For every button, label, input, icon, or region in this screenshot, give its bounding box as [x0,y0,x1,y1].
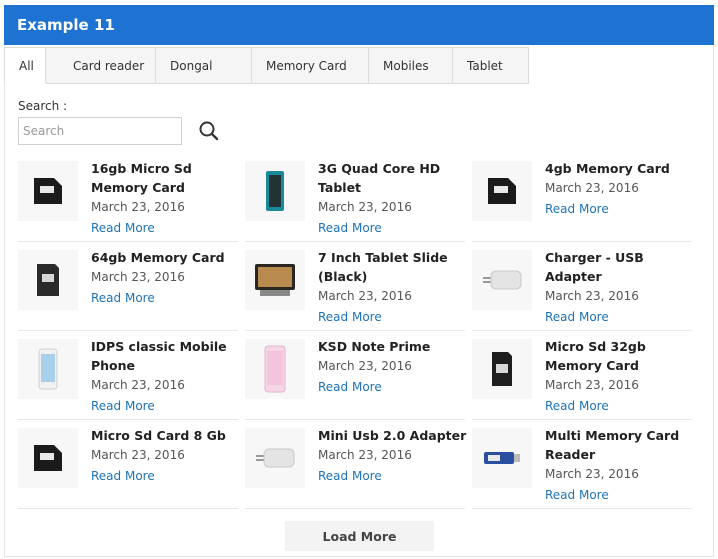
product-item: 3G Quad Core HD Tablet March 23, 2016 Re… [245,153,465,242]
product-date: March 23, 2016 [545,467,639,481]
read-more-link[interactable]: Read More [318,308,382,327]
read-more-link[interactable]: Read More [91,467,155,486]
product-title[interactable]: 7 Inch Tablet Slide (Black) [318,248,468,286]
product-item: Micro Sd Card 8 Gb March 23, 2016 Read M… [18,420,238,509]
product-date: March 23, 2016 [545,378,639,392]
product-item: Micro Sd 32gb Memory Card March 23, 2016… [472,331,692,420]
read-more-link[interactable]: Read More [318,219,382,238]
read-more-link[interactable]: Read More [318,467,382,486]
product-item: Mini Usb 2.0 Adapter March 23, 2016 Read… [245,420,468,509]
product-title[interactable]: Mini Usb 2.0 Adapter [318,426,468,445]
tab-all[interactable]: All [4,47,46,84]
usb-adapter-icon[interactable] [245,428,305,488]
read-more-link[interactable]: Read More [91,289,155,308]
memory-card-icon[interactable] [472,161,532,221]
product-item: IDPS classic Mobile Phone March 23, 2016… [18,331,238,420]
product-item: Multi Memory Card Reader March 23, 2016 … [472,420,692,509]
load-more-button[interactable]: Load More [285,521,434,551]
search-label: Search : [18,99,68,113]
tab-card-reader[interactable]: Card reader [46,47,156,84]
product-date: March 23, 2016 [91,378,185,392]
search-input[interactable] [18,117,182,145]
product-item: Charger - USB Adapter March 23, 2016 Rea… [472,242,692,331]
product-date: March 23, 2016 [318,200,412,214]
product-date: March 23, 2016 [318,289,412,303]
memory-card-icon[interactable] [18,428,78,488]
product-date: March 23, 2016 [545,181,639,195]
memory-card-icon[interactable] [18,161,78,221]
tablet-icon[interactable] [245,250,305,310]
product-title[interactable]: 4gb Memory Card [545,159,695,178]
read-more-link[interactable]: Read More [91,397,155,416]
product-date: March 23, 2016 [91,200,185,214]
product-title[interactable]: Micro Sd 32gb Memory Card [545,337,695,375]
tab-tablet[interactable]: Tablet [453,47,529,84]
tablet-icon[interactable] [245,161,305,221]
memory-card-icon[interactable] [472,339,532,399]
product-title[interactable]: Multi Memory Card Reader [545,426,695,464]
product-title[interactable]: Charger - USB Adapter [545,248,695,286]
product-date: March 23, 2016 [91,448,185,462]
tab-mobiles[interactable]: Mobiles [369,47,453,84]
product-title[interactable]: Micro Sd Card 8 Gb [91,426,241,445]
card-reader-icon[interactable] [472,428,532,488]
read-more-link[interactable]: Read More [318,378,382,397]
widget-title: Example 11 [4,5,714,45]
product-item: 4gb Memory Card March 23, 2016 Read More [472,153,692,242]
read-more-link[interactable]: Read More [91,219,155,238]
product-title[interactable]: KSD Note Prime [318,337,468,356]
product-date: March 23, 2016 [545,289,639,303]
product-item: 7 Inch Tablet Slide (Black) March 23, 20… [245,242,465,331]
product-title[interactable]: IDPS classic Mobile Phone [91,337,241,375]
tab-dongal[interactable]: Dongal [156,47,252,84]
phone-icon[interactable] [245,339,305,399]
search-icon[interactable] [198,120,220,142]
product-date: March 23, 2016 [318,448,412,462]
usb-adapter-icon[interactable] [472,250,532,310]
read-more-link[interactable]: Read More [545,308,609,327]
phone-icon[interactable] [18,339,78,399]
read-more-link[interactable]: Read More [545,486,609,505]
product-date: March 23, 2016 [91,270,185,284]
product-title[interactable]: 64gb Memory Card [91,248,241,267]
product-grid: 16gb Micro Sd Memory Card March 23, 2016… [18,153,694,509]
product-item: 16gb Micro Sd Memory Card March 23, 2016… [18,153,238,242]
filter-tabs: All Card reader Dongal Memory Card Mobil… [4,47,529,84]
product-date: March 23, 2016 [318,359,412,373]
product-item: KSD Note Prime March 23, 2016 Read More [245,331,465,420]
product-title[interactable]: 16gb Micro Sd Memory Card [91,159,241,197]
tab-memory-card[interactable]: Memory Card [252,47,369,84]
product-title[interactable]: 3G Quad Core HD Tablet [318,159,468,197]
read-more-link[interactable]: Read More [545,200,609,219]
product-item: 64gb Memory Card March 23, 2016 Read Mor… [18,242,238,331]
read-more-link[interactable]: Read More [545,397,609,416]
memory-card-icon[interactable] [18,250,78,310]
